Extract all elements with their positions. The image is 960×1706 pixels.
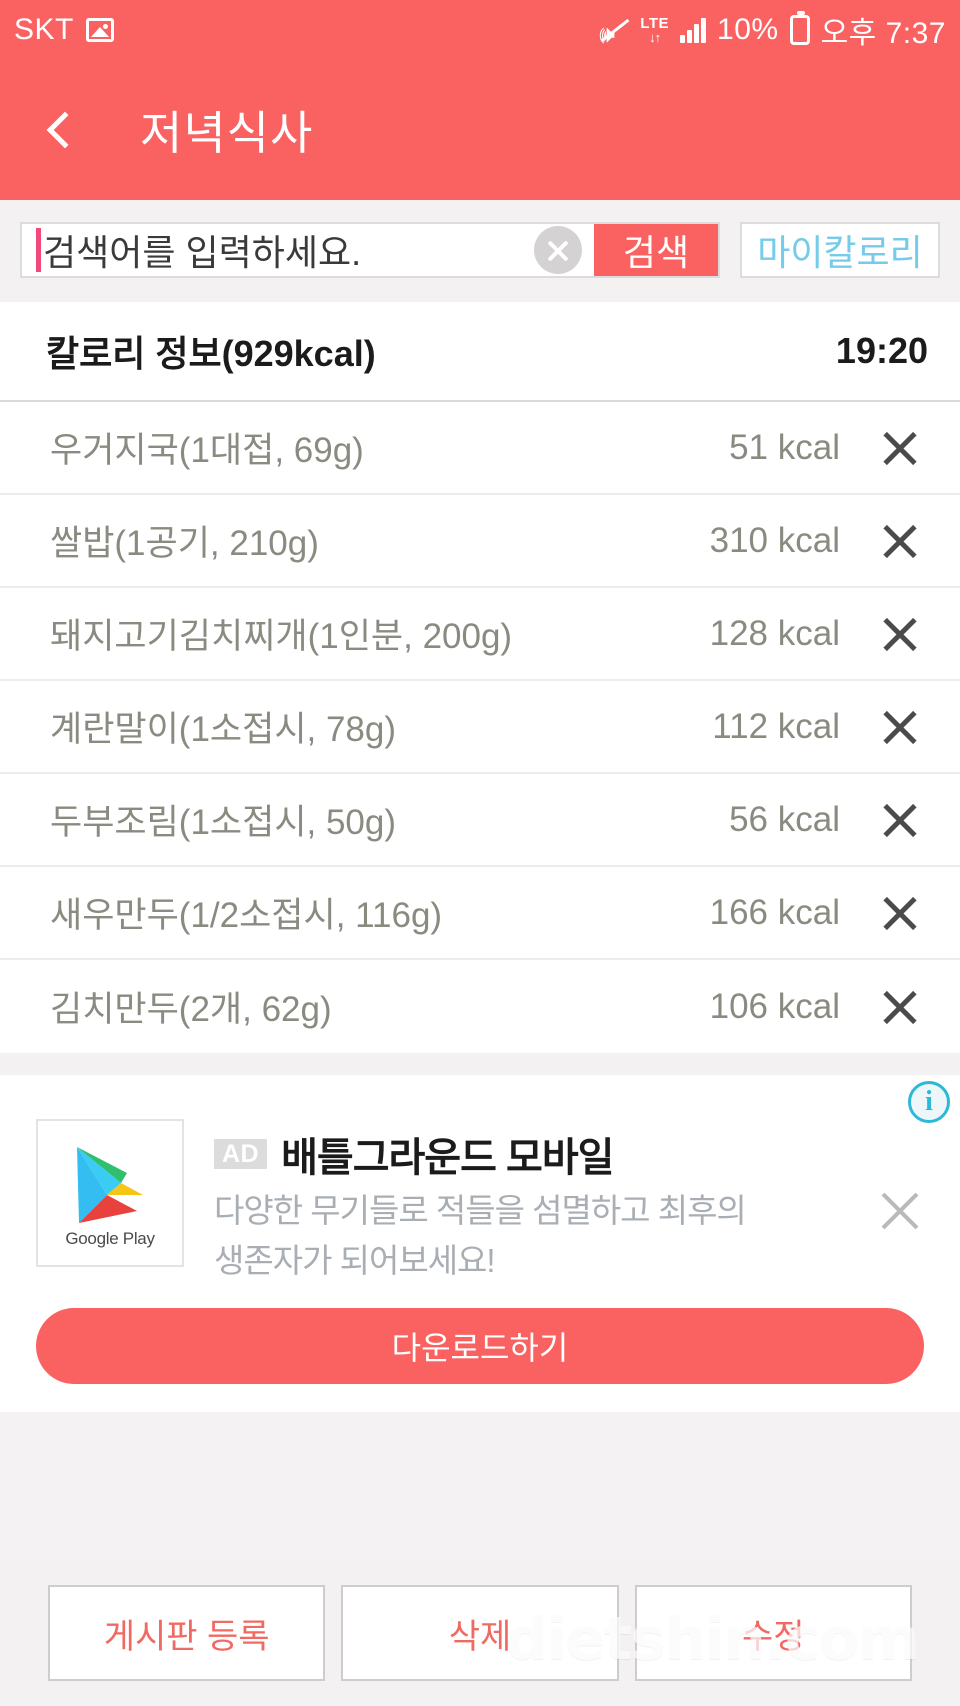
ad-text: AD 배틀그라운드 모바일 다양한 무기들로 적들을 섬멸하고 최후의 생존자가… — [184, 1119, 840, 1282]
advertisement-banner[interactable]: i Google Play AD 배틀그라운드 모바일 다양한 무기들로 적들을… — [0, 1075, 960, 1413]
ad-cta-wrap: 다운로드하기 — [0, 1282, 960, 1402]
mycalorie-button[interactable]: 마이칼로리 — [740, 222, 940, 278]
app-bar: 저녁식사 — [0, 60, 960, 200]
text-caret — [36, 228, 41, 272]
food-kcal: 310 kcal — [709, 520, 840, 560]
battery-charging-icon — [789, 11, 810, 45]
food-list: 우거지국(1대접, 69g) 51 kcal 쌀밥(1공기, 210g) 310… — [0, 402, 960, 1053]
calorie-info-header: 칼로리 정보(929kcal) 19:20 — [0, 302, 960, 402]
food-name: 김치만두(2개, 62g) — [50, 990, 332, 1029]
close-x-icon — [876, 1187, 924, 1235]
delete-food-button[interactable] — [840, 960, 960, 1053]
food-name: 계란말이(1소접시, 78g) — [50, 710, 397, 749]
food-kcal: 56 kcal — [729, 799, 840, 839]
food-kcal: 51 kcal — [729, 427, 840, 467]
signal-bars-icon — [680, 17, 707, 43]
register-board-button[interactable]: 게시판 등록 — [48, 1585, 326, 1681]
delete-food-button[interactable] — [840, 495, 960, 586]
table-row[interactable]: 돼지고기김치찌개(1인분, 200g) 128 kcal — [0, 588, 960, 681]
table-row[interactable]: 새우만두(1/2소접시, 116g) 166 kcal — [0, 867, 960, 960]
image-icon — [85, 18, 114, 42]
bottom-action-bar: 게시판 등록 삭제 수정 — [0, 1560, 960, 1706]
download-button[interactable]: 다운로드하기 — [36, 1308, 924, 1385]
ad-description-line2: 생존자가 되어보세요! — [214, 1241, 496, 1279]
search-placeholder: 검색어를 입력하세요. — [43, 232, 362, 273]
close-x-icon — [879, 520, 921, 562]
back-chevron-icon[interactable] — [46, 111, 84, 149]
delete-button[interactable]: 삭제 — [341, 1585, 619, 1681]
close-x-icon — [879, 613, 921, 655]
info-icon[interactable]: i — [908, 1081, 950, 1123]
close-x-icon — [879, 427, 921, 469]
clock-label: 오후 7:37 — [820, 17, 946, 50]
table-row[interactable]: 우거지국(1대접, 69g) 51 kcal — [0, 402, 960, 495]
lte-label: LTE — [640, 15, 670, 32]
food-name: 두부조림(1소접시, 50g) — [50, 803, 397, 842]
food-kcal: 112 kcal — [712, 706, 840, 746]
section-divider — [0, 1053, 960, 1075]
delete-food-button[interactable] — [840, 867, 960, 958]
google-play-label: Google Play — [65, 1229, 155, 1248]
food-name: 우거지국(1대접, 69g) — [50, 431, 364, 470]
google-play-triangle-icon — [77, 1147, 143, 1223]
search-box: 검색어를 입력하세요. 검색 — [20, 222, 720, 278]
food-kcal: 106 kcal — [709, 986, 840, 1026]
status-bar-right: LTE ↓↑ 10% 오후 7:37 — [599, 8, 946, 52]
food-name: 돼지고기김치찌개(1인분, 200g) — [50, 617, 513, 656]
table-row[interactable]: 쌀밥(1공기, 210g) 310 kcal — [0, 495, 960, 588]
calorie-info-title: 칼로리 정보(929kcal) — [46, 333, 376, 374]
delete-food-button[interactable] — [840, 588, 960, 679]
food-kcal: 128 kcal — [709, 613, 840, 653]
food-kcal: 166 kcal — [709, 892, 840, 932]
lte-arrows: ↓↑ — [649, 30, 661, 45]
lte-icon: LTE ↓↑ — [640, 16, 669, 44]
google-play-icon: Google Play — [36, 1119, 184, 1267]
search-bar: 검색어를 입력하세요. 검색 마이칼로리 — [0, 200, 960, 302]
table-row[interactable]: 두부조림(1소접시, 50g) 56 kcal — [0, 774, 960, 867]
table-row[interactable]: 김치만두(2개, 62g) 106 kcal — [0, 960, 960, 1053]
delete-food-button[interactable] — [840, 681, 960, 772]
status-bar-left: SKT — [14, 13, 114, 47]
page-title: 저녁식사 — [140, 107, 314, 159]
close-x-icon — [879, 706, 921, 748]
close-x-icon — [879, 799, 921, 841]
ad-description-line1: 다양한 무기들로 적들을 섬멸하고 최후의 — [214, 1192, 747, 1229]
close-ad-button[interactable] — [840, 1167, 960, 1235]
status-bar: SKT LTE ↓↑ 10% 오후 7:37 — [0, 0, 960, 60]
food-name: 쌀밥(1공기, 210g) — [50, 524, 319, 563]
meal-time-label: 19:20 — [835, 330, 928, 371]
search-button[interactable]: 검색 — [594, 224, 718, 276]
food-name: 새우만두(1/2소접시, 116g) — [50, 896, 443, 935]
table-row[interactable]: 계란말이(1소접시, 78g) 112 kcal — [0, 681, 960, 774]
ad-title: 배틀그라운드 모바일 — [281, 1136, 614, 1180]
delete-food-button[interactable] — [840, 774, 960, 865]
close-x-icon — [879, 892, 921, 934]
ad-badge: AD — [214, 1138, 268, 1170]
ad-title-line: AD 배틀그라운드 모바일 — [214, 1125, 840, 1183]
battery-percent-label: 10% — [717, 13, 779, 46]
delete-food-button[interactable] — [840, 402, 960, 493]
close-x-icon — [879, 986, 921, 1028]
carrier-label: SKT — [14, 13, 74, 46]
ad-body: Google Play AD 배틀그라운드 모바일 다양한 무기들로 적들을 섬… — [0, 1075, 960, 1282]
mute-icon — [599, 17, 629, 43]
search-input[interactable]: 검색어를 입력하세요. — [22, 224, 534, 276]
clear-circle-icon[interactable] — [534, 226, 582, 274]
edit-button[interactable]: 수정 — [634, 1585, 912, 1681]
